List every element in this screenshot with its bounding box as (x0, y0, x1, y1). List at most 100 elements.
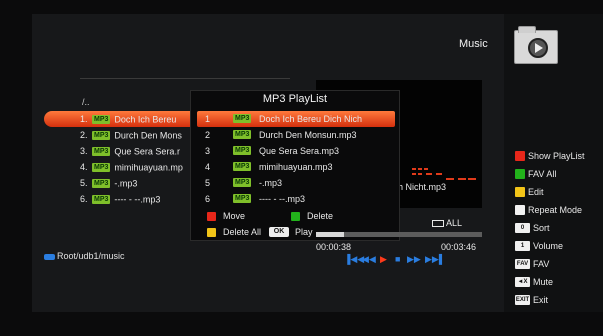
now-playing-filename: h Nicht.mp3 (398, 182, 447, 192)
mp3-tag-icon: MP3 (233, 162, 252, 171)
playlist-name: Doch Ich Bereu Dich Nich (259, 114, 363, 124)
playlist-name: mimihuayuan.mp3 (259, 162, 333, 172)
mp3-tag-icon: MP3 (233, 194, 252, 203)
yellow-key-icon (207, 228, 216, 237)
help-volume: 1 Volume (515, 237, 603, 255)
help-show-playlist: Show PlayList (515, 147, 603, 165)
file-number: 3. (80, 146, 88, 156)
playlist-item-4[interactable]: 4 MP3 mimihuayuan.mp3 (197, 159, 395, 175)
file-name: ---- - --.mp3 (114, 194, 161, 205)
repeat-mode-label: ALL (446, 218, 463, 228)
playlist-dialog: MP3 PlayList 1 MP3 Doch Ich Bereu Dich N… (190, 90, 400, 241)
repeat-icon (432, 220, 444, 228)
help-repeat-mode: Repeat Mode (515, 201, 603, 219)
zero-key-icon: 0 (515, 223, 530, 233)
playlist-number: 1 (205, 114, 211, 124)
skip-forward-icon[interactable]: ▶▶▌ (425, 253, 445, 265)
playlist-number: 2 (205, 130, 211, 140)
help-legend: Show PlayList FAV All Edit Repeat Mode 0… (515, 147, 603, 309)
help-fav: FAV FAV (515, 255, 603, 273)
mp3-tag-icon: MP3 (92, 147, 111, 157)
one-key-icon: 1 (515, 241, 530, 251)
help-label: Volume (533, 241, 564, 251)
rewind-icon[interactable]: ◀◀ (362, 253, 376, 265)
file-row-4[interactable]: 4. MP3 mimihuayuan.mp (44, 159, 194, 175)
play-label: Play (295, 227, 313, 237)
usb-drive-icon (44, 253, 55, 260)
playlist-name: ---- - --.mp3 (259, 194, 305, 204)
playlist-item-2[interactable]: 2 MP3 Durch Den Monsun.mp3 (197, 127, 395, 143)
help-label: FAV All (528, 169, 557, 179)
progress-fill (316, 232, 345, 237)
help-fav-all: FAV All (515, 165, 603, 183)
fast-forward-icon[interactable]: ▶▶ (407, 253, 421, 265)
divider (80, 78, 290, 79)
progress-bar[interactable] (316, 232, 482, 237)
mute-key-icon: ◄X (515, 277, 530, 287)
repeat-mode-indicator: ALL (432, 218, 462, 228)
help-label: Repeat Mode (528, 205, 583, 215)
help-exit: EXIT Exit (515, 291, 603, 309)
help-label: Edit (528, 187, 544, 197)
mp3-tag-icon: MP3 (92, 115, 111, 125)
parent-directory[interactable]: /.. (82, 97, 90, 107)
file-number: 1. (80, 114, 88, 124)
playlist-number: 3 (205, 146, 211, 156)
ok-key-icon: OK (269, 227, 289, 237)
playlist-item-5[interactable]: 5 MP3 -.mp3 (197, 175, 395, 191)
tv-screen: Music h Nicht.mp3 /.. 1. MP3 Doch Ich Ber… (0, 0, 603, 336)
file-name: Durch Den Mons (114, 130, 182, 141)
file-name: Doch Ich Bereu (114, 114, 177, 125)
file-row-5[interactable]: 5. MP3 -.mp3 (44, 175, 194, 191)
transport-controls: ▐◀◀ ◀◀ ▶ ■ ▶▶ ▶▶▌ (344, 253, 445, 265)
file-row-3[interactable]: 3. MP3 Que Sera Sera.r (44, 143, 194, 159)
current-time: 00:00:38 (316, 242, 352, 252)
green-key-icon (291, 212, 300, 221)
file-number: 4. (80, 162, 88, 172)
breadcrumb: Root/udb1/music (44, 251, 125, 261)
playlist-name: Durch Den Monsun.mp3 (259, 130, 357, 140)
move-label: Move (223, 211, 246, 221)
dialog-title: MP3 PlayList (262, 93, 328, 105)
file-number: 5. (80, 178, 88, 188)
file-row-1[interactable]: 1. MP3 Doch Ich Bereu (44, 111, 194, 127)
playlist-item-3[interactable]: 3 MP3 Que Sera Sera.mp3 (197, 143, 395, 159)
mp3-tag-icon: MP3 (92, 163, 111, 173)
mp3-tag-icon: MP3 (92, 195, 111, 205)
white-key-icon (515, 205, 525, 215)
playlist: 1 MP3 Doch Ich Bereu Dich Nich 2 MP3 Dur… (197, 111, 395, 207)
music-folder-icon (514, 26, 558, 64)
playlist-number: 6 (205, 194, 211, 204)
file-name: mimihuayuan.mp (114, 162, 183, 173)
file-row-6[interactable]: 6. MP3 ---- - --.mp3 (44, 191, 194, 207)
legend-row-1: Move Delete (205, 208, 395, 224)
playlist-number: 5 (205, 178, 211, 188)
help-label: Mute (533, 277, 554, 287)
stop-icon[interactable]: ■ (395, 253, 400, 265)
playlist-name: -.mp3 (259, 178, 283, 188)
playlist-number: 4 (205, 162, 211, 172)
file-name: Que Sera Sera.r (114, 146, 180, 157)
play-icon[interactable]: ▶ (380, 253, 387, 265)
playlist-item-6[interactable]: 6 MP3 ---- - --.mp3 (197, 191, 395, 207)
help-label: Sort (533, 223, 550, 233)
red-key-icon (515, 151, 525, 161)
mp3-tag-icon: MP3 (233, 114, 252, 123)
mp3-tag-icon: MP3 (233, 146, 252, 155)
mp3-tag-icon: MP3 (92, 131, 111, 141)
yellow-key-icon (515, 187, 525, 197)
file-number: 6. (80, 194, 88, 204)
help-mute: ◄X Mute (515, 273, 603, 291)
playlist-item-1[interactable]: 1 MP3 Doch Ich Bereu Dich Nich (197, 111, 395, 127)
path-label: Root/udb1/music (57, 251, 125, 261)
mp3-tag-icon: MP3 (92, 179, 111, 189)
mp3-tag-icon: MP3 (233, 178, 252, 187)
exit-key-icon: EXIT (515, 295, 530, 305)
file-row-2[interactable]: 2. MP3 Durch Den Mons (44, 127, 194, 143)
file-number: 2. (80, 130, 88, 140)
help-sort: 0 Sort (515, 219, 603, 237)
fav-key-icon: FAV (515, 259, 530, 269)
spectrum-bars (412, 168, 478, 180)
delete-label: Delete (307, 211, 334, 221)
help-label: Show PlayList (528, 151, 585, 161)
